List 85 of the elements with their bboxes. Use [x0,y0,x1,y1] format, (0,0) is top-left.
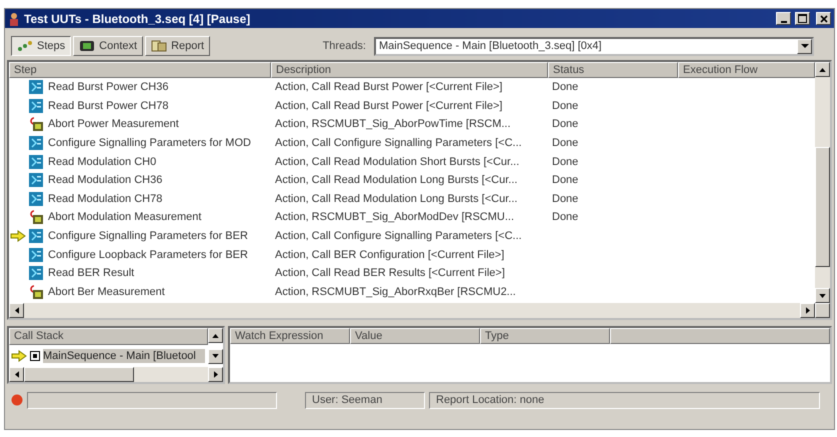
step-name: Abort Ber Measurement [47,286,165,298]
table-cell-text: Action, Call Read Modulation Long Bursts [<Cur... [274,192,518,205]
context-icon [79,40,96,52]
table-cell-text: Action, Call Configure Signalling Parameters [<C... [274,137,523,150]
scroll-right-arrow-icon[interactable] [806,307,810,314]
report-icon [151,40,168,52]
step-icon [29,173,43,188]
window-title: Test UUTs - Bluetooth_3.seq [4] [Pause] [24,12,250,26]
status-cell-text: Done [551,174,580,186]
column-header[interactable]: Call Stack [9,328,208,345]
minimize-icon [780,20,786,22]
step-icon [29,229,43,244]
scroll-left-arrow-icon[interactable] [14,307,18,314]
scroll-up-arrow-icon[interactable] [819,68,826,72]
column-header[interactable]: Step [9,62,271,78]
table-cell-text: Action, RSCMUBT_Sig_AborRxqBer [RSCMU2... [274,286,517,298]
step-name: Read Modulation CH36 [47,174,162,186]
record-icon [11,394,23,406]
tab[interactable]: Context [73,36,144,56]
table-cell-text: Action, Call Read Burst Power [<Current File>] [274,100,504,112]
step-name: Read Burst Power CH36 [47,81,168,94]
step-icon [29,192,43,206]
table-cell-text: Action, Call Read Modulation Short Bursts [<Cur... [274,156,520,168]
table-cell-text: Action, Call Read Burst Power [<Current File>] [274,81,504,94]
threads-dropdown[interactable]: MainSequence - Main [Bluetooth_3.seq] [0x4] [374,36,814,56]
abort-step-icon [29,117,43,132]
column-header[interactable]: Execution Flow [678,62,815,78]
step-name: Configure Loopback Parameters for BER [47,248,248,261]
step-name: Abort Modulation Measurement [47,211,202,224]
table-cell-text: Action, RSCMUBT_Sig_AborPowTime [RSCM... [274,118,512,130]
column-header[interactable]: Status [548,62,678,78]
status-cell-text: Done [551,211,580,224]
close-button[interactable] [816,12,831,25]
step-icon [29,154,43,169]
status-cell-text: Done [551,118,580,130]
tab[interactable]: Steps [11,36,72,56]
status-cell-text: Done [551,192,580,205]
dropdown-arrow-icon [800,44,808,48]
horizontal-scrollbar[interactable] [9,367,223,382]
close-icon [820,14,828,22]
step-name: Abort Power Measurement [47,118,179,130]
step-name: Configure Signalling Parameters for MOD [47,137,251,150]
step-icon [29,136,43,150]
column-header[interactable]: Description [271,62,548,78]
scroll-down-arrow-icon[interactable] [212,354,219,358]
threads-label: Threads: [322,40,366,52]
step-icon [29,98,43,113]
step-icon [29,80,43,94]
table-cell-text: Action, Call BER Configuration [<Current File>] [274,248,506,261]
scroll-left-arrow-icon[interactable] [14,371,18,378]
minimize-button[interactable] [776,12,791,25]
step-name: Read Burst Power CH78 [47,100,168,112]
table-cell-text: Action, Call Configure Signalling Parameters [<C... [274,230,523,242]
table-cell-text: Action, Call Read BER Results [<Current File>] [274,267,506,280]
table-cell-text: Action, Call Read Modulation Long Bursts [<Cur... [274,174,518,186]
sequence-icon [30,351,40,361]
status-cell-text: Done [551,81,580,94]
tab[interactable]: Report [145,36,210,56]
abort-step-icon [29,284,43,299]
user-field: User: Seeman [305,392,425,408]
maximize-icon [798,14,807,23]
scroll-right-arrow-icon[interactable] [214,371,218,378]
step-icon [29,248,43,262]
scroll-down-arrow-icon[interactable] [819,294,826,298]
vertical-scrollbar[interactable] [815,62,830,303]
step-name: Read Modulation CH0 [47,156,156,168]
table-cell-text: Action, RSCMUBT_Sig_AborModDev [RSCMU... [274,211,516,224]
horizontal-scrollbar[interactable] [9,303,830,318]
call-stack-item[interactable]: MainSequence - Main [Bluetool [43,349,205,363]
app-icon [8,12,20,26]
steps-icon [17,40,33,52]
column-header[interactable]: Type [480,328,610,344]
scroll-up-arrow-icon[interactable] [212,334,219,338]
status-cell-text: Done [551,156,580,168]
column-header[interactable]: Value [350,328,480,344]
maximize-button[interactable] [795,12,810,25]
step-icon [29,266,43,280]
status-cell-text: Done [551,137,580,150]
step-name: Configure Signalling Parameters for BER [47,230,248,242]
step-name: Read Modulation CH78 [47,192,162,205]
abort-step-icon [29,210,43,224]
status-cell-text: Done [551,100,580,112]
column-header[interactable]: Watch Expression [230,328,350,344]
report-location-field: Report Location: none [429,392,820,408]
step-name: Read BER Result [47,267,134,280]
